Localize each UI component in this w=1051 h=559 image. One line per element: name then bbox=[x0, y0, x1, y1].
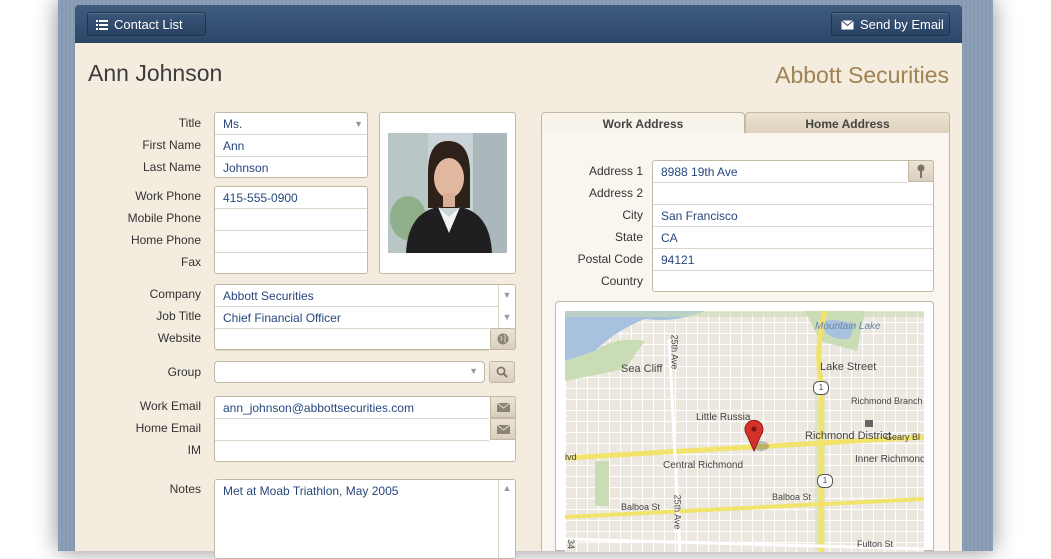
email-field-group: ann_johnson@abbottsecurities.com bbox=[214, 396, 516, 462]
map-label-34: 34 bbox=[566, 538, 577, 550]
send-by-email-label: Send by Email bbox=[860, 17, 944, 32]
map-label-balboa-st-right: Balboa St bbox=[772, 492, 812, 502]
job-title-label: Job Title bbox=[156, 309, 201, 323]
company-heading: Abbott Securities bbox=[775, 62, 949, 88]
title-label: Title bbox=[178, 116, 201, 130]
first-name-label: First Name bbox=[142, 138, 201, 152]
state-field[interactable]: CA bbox=[653, 227, 933, 249]
home-email-send-button[interactable] bbox=[490, 418, 516, 440]
map-label-mountain-lake: Mountain Lake bbox=[815, 321, 881, 332]
city-label: City bbox=[622, 208, 643, 222]
address2-label: Address 2 bbox=[588, 186, 643, 200]
search-group-button[interactable] bbox=[489, 361, 515, 383]
title-select[interactable]: Ms. ▼ bbox=[215, 113, 367, 135]
map-label-richmond-branch-library: Richmond Branch Library bbox=[851, 396, 924, 406]
map-view[interactable]: Mountain Lake Lake Street Sea Cliff 25th… bbox=[565, 311, 924, 552]
group-select[interactable]: ▼ bbox=[214, 361, 485, 383]
address-field-group: 8988 19th Ave San Francisco CA 94121 bbox=[652, 160, 934, 292]
tab-home-address[interactable]: Home Address bbox=[745, 112, 950, 134]
address1-field[interactable]: 8988 19th Ave bbox=[653, 161, 907, 183]
state-label: State bbox=[614, 230, 643, 244]
map-label-little-russia: Little Russia bbox=[696, 412, 751, 423]
notes-scrollbar[interactable]: ▲ bbox=[498, 480, 515, 558]
contact-list-label: Contact List bbox=[114, 17, 183, 32]
magnifier-icon bbox=[496, 366, 508, 378]
postal-code-label: Postal Code bbox=[577, 252, 643, 266]
map-label-25th-ave: 25th Ave bbox=[669, 334, 680, 370]
home-email-field[interactable] bbox=[215, 419, 489, 441]
postal-code-field[interactable]: 94121 bbox=[653, 249, 933, 271]
map-label-central-richmond: Central Richmond bbox=[663, 460, 744, 471]
job-title-dropdown-icon[interactable]: ▼ bbox=[498, 307, 515, 329]
map-label-sea-cliff: Sea Cliff bbox=[621, 363, 663, 375]
globe-icon[interactable] bbox=[490, 328, 516, 350]
map-label-balboa-st-left: Balboa St bbox=[621, 502, 661, 512]
envelope-icon bbox=[841, 14, 854, 38]
contact-detail-pane: Ann Johnson Abbott Securities Title Firs… bbox=[75, 43, 962, 559]
notes-text: Met at Moab Triathlon, May 2005 bbox=[223, 484, 399, 498]
notes-label: Notes bbox=[169, 482, 201, 496]
map-frame: Mountain Lake Lake Street Sea Cliff 25th… bbox=[555, 301, 934, 552]
envelope-icon bbox=[496, 402, 510, 412]
chevron-down-icon: ▼ bbox=[469, 366, 478, 376]
work-email-send-button[interactable] bbox=[490, 396, 516, 418]
im-field[interactable] bbox=[215, 441, 515, 463]
toolbar: Contact List Send by Email bbox=[75, 5, 962, 43]
im-label: IM bbox=[187, 443, 201, 457]
tab-work-address[interactable]: Work Address bbox=[541, 112, 745, 134]
send-by-email-button[interactable]: Send by Email bbox=[831, 12, 950, 36]
address2-field[interactable] bbox=[653, 183, 933, 205]
company-field-group: Abbott Securities ▼ Chief Financial Offi… bbox=[214, 284, 516, 351]
country-field[interactable] bbox=[653, 271, 933, 293]
map-label-lake-street: Lake Street bbox=[820, 361, 877, 373]
map-label-25th-ave-lower: 25th Ave bbox=[672, 494, 683, 530]
map-label-richmond-district: Richmond District bbox=[805, 430, 892, 442]
address1-label: Address 1 bbox=[588, 164, 643, 178]
envelope-icon bbox=[496, 424, 510, 434]
list-icon bbox=[96, 14, 108, 38]
contact-name-heading: Ann Johnson bbox=[88, 60, 223, 86]
notes-textarea[interactable]: Met at Moab Triathlon, May 2005 ▲ bbox=[214, 479, 516, 559]
work-email-label: Work Email bbox=[139, 399, 201, 413]
website-label: Website bbox=[157, 331, 201, 345]
title-value: Ms. bbox=[223, 117, 243, 131]
work-email-field[interactable]: ann_johnson@abbottsecurities.com bbox=[215, 397, 489, 419]
map-pin-icon bbox=[917, 164, 925, 178]
chevron-down-icon: ▼ bbox=[354, 119, 363, 129]
contact-list-button[interactable]: Contact List bbox=[87, 12, 206, 36]
job-title-field[interactable]: Chief Financial Officer bbox=[215, 307, 499, 329]
website-field[interactable] bbox=[215, 329, 489, 351]
route-1-shield-upper: 1 bbox=[813, 381, 829, 395]
country-label: Country bbox=[600, 274, 643, 288]
route-1-shield-lower: 1 bbox=[817, 474, 833, 488]
map-label-fulton-st: Fulton St bbox=[857, 539, 894, 549]
map-label-lvd: lvd bbox=[565, 452, 577, 462]
map-pin-button[interactable] bbox=[908, 160, 934, 182]
map-label-inner-richmond: Inner Richmond bbox=[855, 454, 924, 465]
city-field[interactable]: San Francisco bbox=[653, 205, 933, 227]
map-label-geary-bl: Geary Bl bbox=[885, 432, 921, 442]
group-label: Group bbox=[167, 365, 201, 379]
home-email-label: Home Email bbox=[135, 421, 201, 435]
first-name-field[interactable]: Ann bbox=[215, 135, 367, 157]
